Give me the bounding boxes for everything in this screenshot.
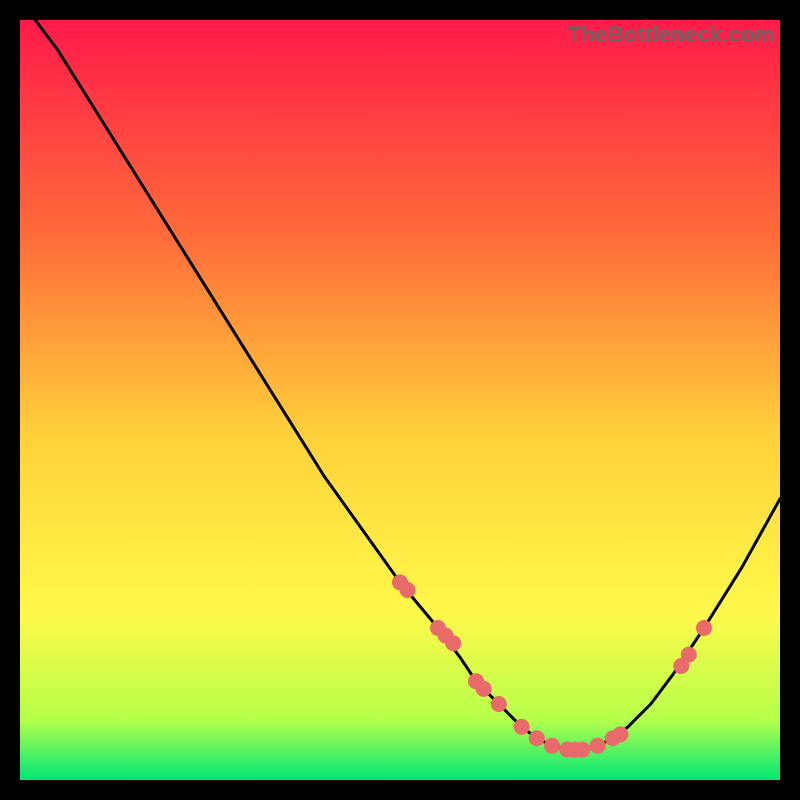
- marker-point: [514, 719, 530, 735]
- marker-point: [590, 738, 606, 754]
- marker-point: [400, 582, 416, 598]
- marker-point: [445, 635, 461, 651]
- marker-point: [491, 696, 507, 712]
- chart-frame: TheBottleneck.com: [20, 20, 780, 780]
- marker-point: [696, 620, 712, 636]
- chart-svg: [20, 20, 780, 780]
- gradient-background: [20, 20, 780, 780]
- marker-point: [544, 738, 560, 754]
- marker-point: [574, 742, 590, 758]
- marker-point: [612, 726, 628, 742]
- watermark-text: TheBottleneck.com: [568, 22, 774, 48]
- marker-point: [476, 681, 492, 697]
- marker-point: [681, 647, 697, 663]
- marker-point: [529, 730, 545, 746]
